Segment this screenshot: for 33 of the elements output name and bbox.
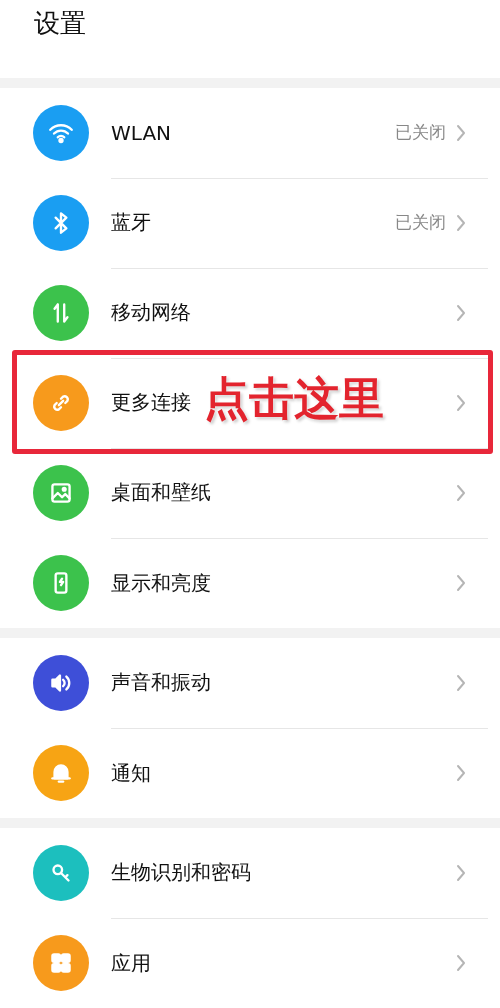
settings-item[interactable]: WLAN 已关闭 bbox=[0, 88, 500, 178]
settings-item[interactable]: 通知 bbox=[0, 728, 500, 818]
settings-item[interactable]: 显示和亮度 bbox=[0, 538, 500, 628]
chevron-icon bbox=[456, 483, 466, 502]
chevron-icon bbox=[456, 574, 466, 592]
settings-item[interactable]: 桌面和壁纸 bbox=[0, 448, 500, 538]
item-label: 移动网络 bbox=[111, 299, 191, 326]
chevron-icon bbox=[456, 303, 466, 322]
settings-item[interactable]: 蓝牙 已关闭 bbox=[0, 178, 500, 268]
item-label: 应用 bbox=[111, 949, 151, 977]
chevron-icon bbox=[456, 863, 466, 882]
chevron-icon bbox=[456, 123, 466, 142]
item-status: 已关闭 bbox=[395, 211, 446, 234]
item-label: WLAN bbox=[111, 120, 172, 145]
chevron-icon bbox=[456, 764, 466, 782]
item-label: 通知 bbox=[111, 759, 151, 787]
page-title: 设置 bbox=[33, 7, 87, 40]
item-label: 桌面和壁纸 bbox=[111, 479, 211, 506]
item-label: 生物识别和密码 bbox=[111, 859, 251, 886]
settings-item[interactable]: 生物识别和密码 bbox=[0, 828, 500, 918]
item-label: 更多连接 bbox=[111, 389, 191, 416]
item-label: 显示和亮度 bbox=[111, 569, 211, 597]
settings-item[interactable]: 移动网络 bbox=[0, 268, 500, 358]
item-status: 已关闭 bbox=[395, 121, 446, 144]
chevron-icon bbox=[456, 673, 466, 692]
item-label: 声音和振动 bbox=[111, 669, 211, 696]
chevron-icon bbox=[456, 213, 466, 232]
settings-item[interactable]: 声音和振动 bbox=[0, 638, 500, 728]
callout-text: 点击这里 bbox=[204, 372, 384, 426]
chevron-icon bbox=[456, 393, 466, 412]
settings-item[interactable]: 应用 bbox=[0, 918, 500, 1008]
chevron-icon bbox=[456, 954, 466, 972]
item-label: 蓝牙 bbox=[111, 209, 151, 236]
